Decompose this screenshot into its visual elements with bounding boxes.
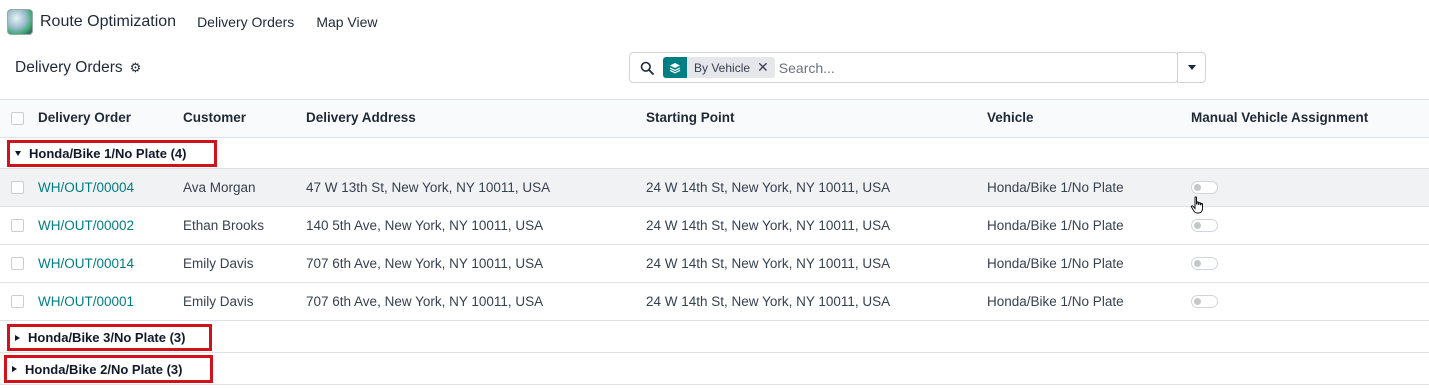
group-header-highlight[interactable]: Honda/Bike 2/No Plate (3) [4,355,213,383]
search-icon [640,61,654,75]
table-row[interactable]: WH/OUT/00014 Emily Davis 707 6th Ave, Ne… [0,245,1429,283]
delivery-address-cell: 140 5th Ave, New York, NY 10011, USA [306,218,544,233]
hand-cursor-icon [1190,196,1203,214]
row-checkbox[interactable] [11,295,24,308]
nav-item-delivery-orders[interactable]: Delivery Orders [197,14,294,30]
app-name[interactable]: Route Optimization [40,13,176,31]
group-row[interactable]: Honda/Bike 1/No Plate (4) [0,138,1429,169]
table-row[interactable]: WH/OUT/00004 Ava Morgan 47 W 13th St, Ne… [0,169,1429,207]
column-header-starting-point[interactable]: Starting Point [646,110,735,125]
page-title: Delivery Orders [15,59,123,76]
row-checkbox[interactable] [11,181,24,194]
caret-right-icon [12,366,17,372]
customer-cell: Ava Morgan [183,180,256,195]
delivery-address-cell: 47 W 13th St, New York, NY 10011, USA [306,180,551,195]
delivery-order-link[interactable]: WH/OUT/00004 [38,180,134,195]
column-header-customer[interactable]: Customer [183,110,246,125]
table-row[interactable]: WH/OUT/00002 Ethan Brooks 140 5th Ave, N… [0,207,1429,245]
group-label: Honda/Bike 1/No Plate (4) [29,146,187,161]
delivery-order-link[interactable]: WH/OUT/00014 [38,256,134,271]
starting-point-cell: 24 W 14th St, New York, NY 10011, USA [646,256,891,271]
vehicle-cell: Honda/Bike 1/No Plate [987,218,1124,233]
delivery-address-cell: 707 6th Ave, New York, NY 10011, USA [306,294,544,309]
customer-cell: Ethan Brooks [183,218,265,233]
table-bottom-border [0,384,1429,385]
table-row[interactable]: WH/OUT/00001 Emily Davis 707 6th Ave, Ne… [0,283,1429,321]
column-header-vehicle[interactable]: Vehicle [987,110,1034,125]
column-header-manual-vehicle-assignment[interactable]: Manual Vehicle Assignment [1191,110,1368,125]
delivery-address-cell: 707 6th Ave, New York, NY 10011, USA [306,256,544,271]
vehicle-cell: Honda/Bike 1/No Plate [987,180,1124,195]
group-header-highlight[interactable]: Honda/Bike 3/No Plate (3) [7,324,212,351]
select-all-checkbox[interactable] [11,112,24,125]
group-label: Honda/Bike 3/No Plate (3) [28,330,186,345]
top-navbar: Route Optimization Delivery Orders Map V… [0,0,1429,43]
delivery-order-link[interactable]: WH/OUT/00001 [38,294,134,309]
vehicle-cell: Honda/Bike 1/No Plate [987,256,1124,271]
manual-assignment-toggle[interactable] [1191,257,1218,270]
caret-right-icon [15,334,20,341]
starting-point-cell: 24 W 14th St, New York, NY 10011, USA [646,218,891,233]
chevron-down-icon [1187,65,1196,70]
search-bar[interactable]: By Vehicle ✕ [629,52,1178,83]
close-icon[interactable]: ✕ [757,59,775,76]
group-header-highlight[interactable]: Honda/Bike 1/No Plate (4) [7,140,217,167]
column-header-delivery-address[interactable]: Delivery Address [306,110,416,125]
facet-value: By Vehicle [694,60,751,75]
search-options-toggle[interactable] [1177,52,1206,83]
search-input[interactable] [778,59,1159,76]
layers-icon [663,57,687,78]
app-logo-icon[interactable] [7,8,33,35]
manual-assignment-toggle[interactable] [1191,295,1218,308]
table-header: Delivery Order Customer Delivery Address… [0,99,1429,138]
row-checkbox[interactable] [11,257,24,270]
customer-cell: Emily Davis [183,256,254,271]
nav-item-map-view[interactable]: Map View [316,14,377,30]
starting-point-cell: 24 W 14th St, New York, NY 10011, USA [646,180,891,195]
gear-icon[interactable]: ⚙ [130,60,142,76]
column-header-delivery-order[interactable]: Delivery Order [38,110,131,125]
group-row[interactable]: Honda/Bike 3/No Plate (3) [0,321,1429,353]
manual-assignment-toggle[interactable] [1191,219,1218,232]
breadcrumb: Delivery Orders ⚙ [15,59,141,77]
search-facet-group-by[interactable]: By Vehicle ✕ [663,57,775,78]
starting-point-cell: 24 W 14th St, New York, NY 10011, USA [646,294,891,309]
row-checkbox[interactable] [11,219,24,232]
vehicle-cell: Honda/Bike 1/No Plate [987,294,1124,309]
customer-cell: Emily Davis [183,294,254,309]
group-row[interactable]: Honda/Bike 2/No Plate (3) [0,353,1429,384]
manual-assignment-toggle[interactable] [1191,181,1218,194]
group-label: Honda/Bike 2/No Plate (3) [25,361,183,377]
delivery-order-link[interactable]: WH/OUT/00002 [38,218,134,233]
caret-down-icon [15,151,21,156]
